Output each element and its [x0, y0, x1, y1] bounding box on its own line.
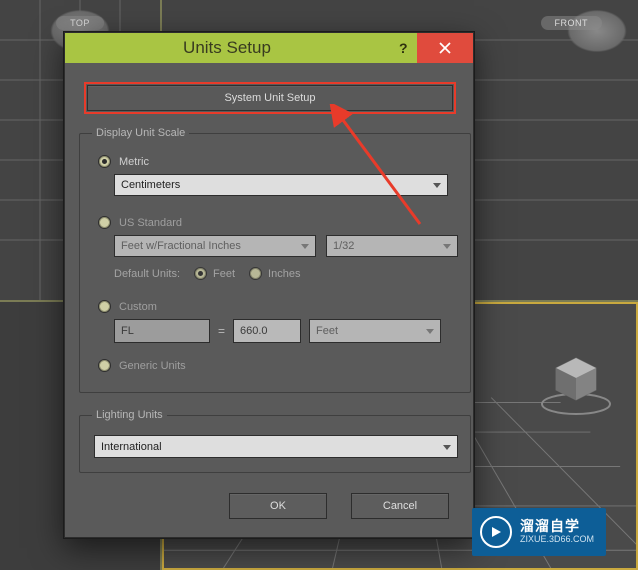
radio-custom-label: Custom — [119, 301, 157, 313]
radio-metric[interactable] — [98, 155, 111, 168]
chevron-down-icon — [424, 325, 436, 337]
titlebar[interactable]: Units Setup ? — [65, 33, 473, 63]
play-icon — [480, 516, 512, 548]
metric-value: Centimeters — [121, 179, 180, 191]
watermark-brand: 溜溜自学 — [520, 519, 594, 534]
radio-us-label: US Standard — [119, 217, 182, 229]
lighting-units-legend: Lighting Units — [92, 409, 167, 421]
chevron-down-icon — [441, 240, 453, 252]
viewport-label-front: FRONT — [541, 16, 603, 30]
display-unit-scale-legend: Display Unit Scale — [92, 127, 189, 139]
radio-generic-label: Generic Units — [119, 360, 186, 372]
ok-label: OK — [270, 500, 286, 512]
lighting-value: International — [101, 441, 162, 453]
default-units-label: Default Units: — [114, 268, 180, 280]
radio-default-inches[interactable] — [249, 267, 262, 280]
viewcube-icon — [538, 344, 614, 420]
watermark-url: ZIXUE.3D66.COM — [520, 535, 594, 545]
custom-abbr-input[interactable] — [114, 319, 210, 343]
units-setup-dialog: Units Setup ? System Unit Setup Display … — [64, 32, 474, 538]
us-type-dropdown[interactable]: Feet w/Fractional Inches — [114, 235, 316, 257]
custom-value-input[interactable] — [233, 319, 301, 343]
chevron-down-icon — [299, 240, 311, 252]
equals-label: = — [218, 324, 225, 338]
us-fraction-dropdown[interactable]: 1/32 — [326, 235, 458, 257]
cancel-label: Cancel — [383, 500, 417, 512]
system-unit-setup-button[interactable]: System Unit Setup — [87, 85, 453, 111]
watermark-badge: 溜溜自学 ZIXUE.3D66.COM — [472, 508, 606, 556]
radio-generic[interactable] — [98, 359, 111, 372]
viewport-gizmo — [562, 6, 632, 56]
us-type-value: Feet w/Fractional Inches — [121, 240, 241, 252]
default-feet-label: Feet — [213, 268, 235, 280]
lighting-units-group: Lighting Units International — [79, 409, 471, 473]
close-icon — [438, 41, 452, 55]
svg-text:?: ? — [399, 41, 408, 55]
radio-custom[interactable] — [98, 300, 111, 313]
dialog-title: Units Setup — [65, 38, 389, 58]
chevron-down-icon — [441, 441, 453, 453]
lighting-dropdown[interactable]: International — [94, 435, 458, 458]
display-unit-scale-group: Display Unit Scale Metric Centimeters US… — [79, 127, 471, 393]
custom-unit-dropdown[interactable]: Feet — [309, 319, 441, 343]
radio-metric-label: Metric — [119, 156, 149, 168]
help-button[interactable]: ? — [389, 33, 417, 63]
radio-us-standard[interactable] — [98, 216, 111, 229]
custom-unit-value: Feet — [316, 325, 338, 337]
viewcube[interactable] — [538, 344, 614, 423]
radio-default-feet[interactable] — [194, 267, 207, 280]
us-fraction-value: 1/32 — [333, 240, 354, 252]
viewport-label-top: TOP — [56, 16, 104, 30]
close-button[interactable] — [417, 33, 473, 63]
chevron-down-icon — [431, 179, 443, 191]
default-inches-label: Inches — [268, 268, 300, 280]
cancel-button[interactable]: Cancel — [351, 493, 449, 519]
metric-dropdown[interactable]: Centimeters — [114, 174, 448, 196]
help-icon: ? — [396, 41, 410, 55]
ok-button[interactable]: OK — [229, 493, 327, 519]
system-unit-setup-label: System Unit Setup — [224, 92, 315, 104]
